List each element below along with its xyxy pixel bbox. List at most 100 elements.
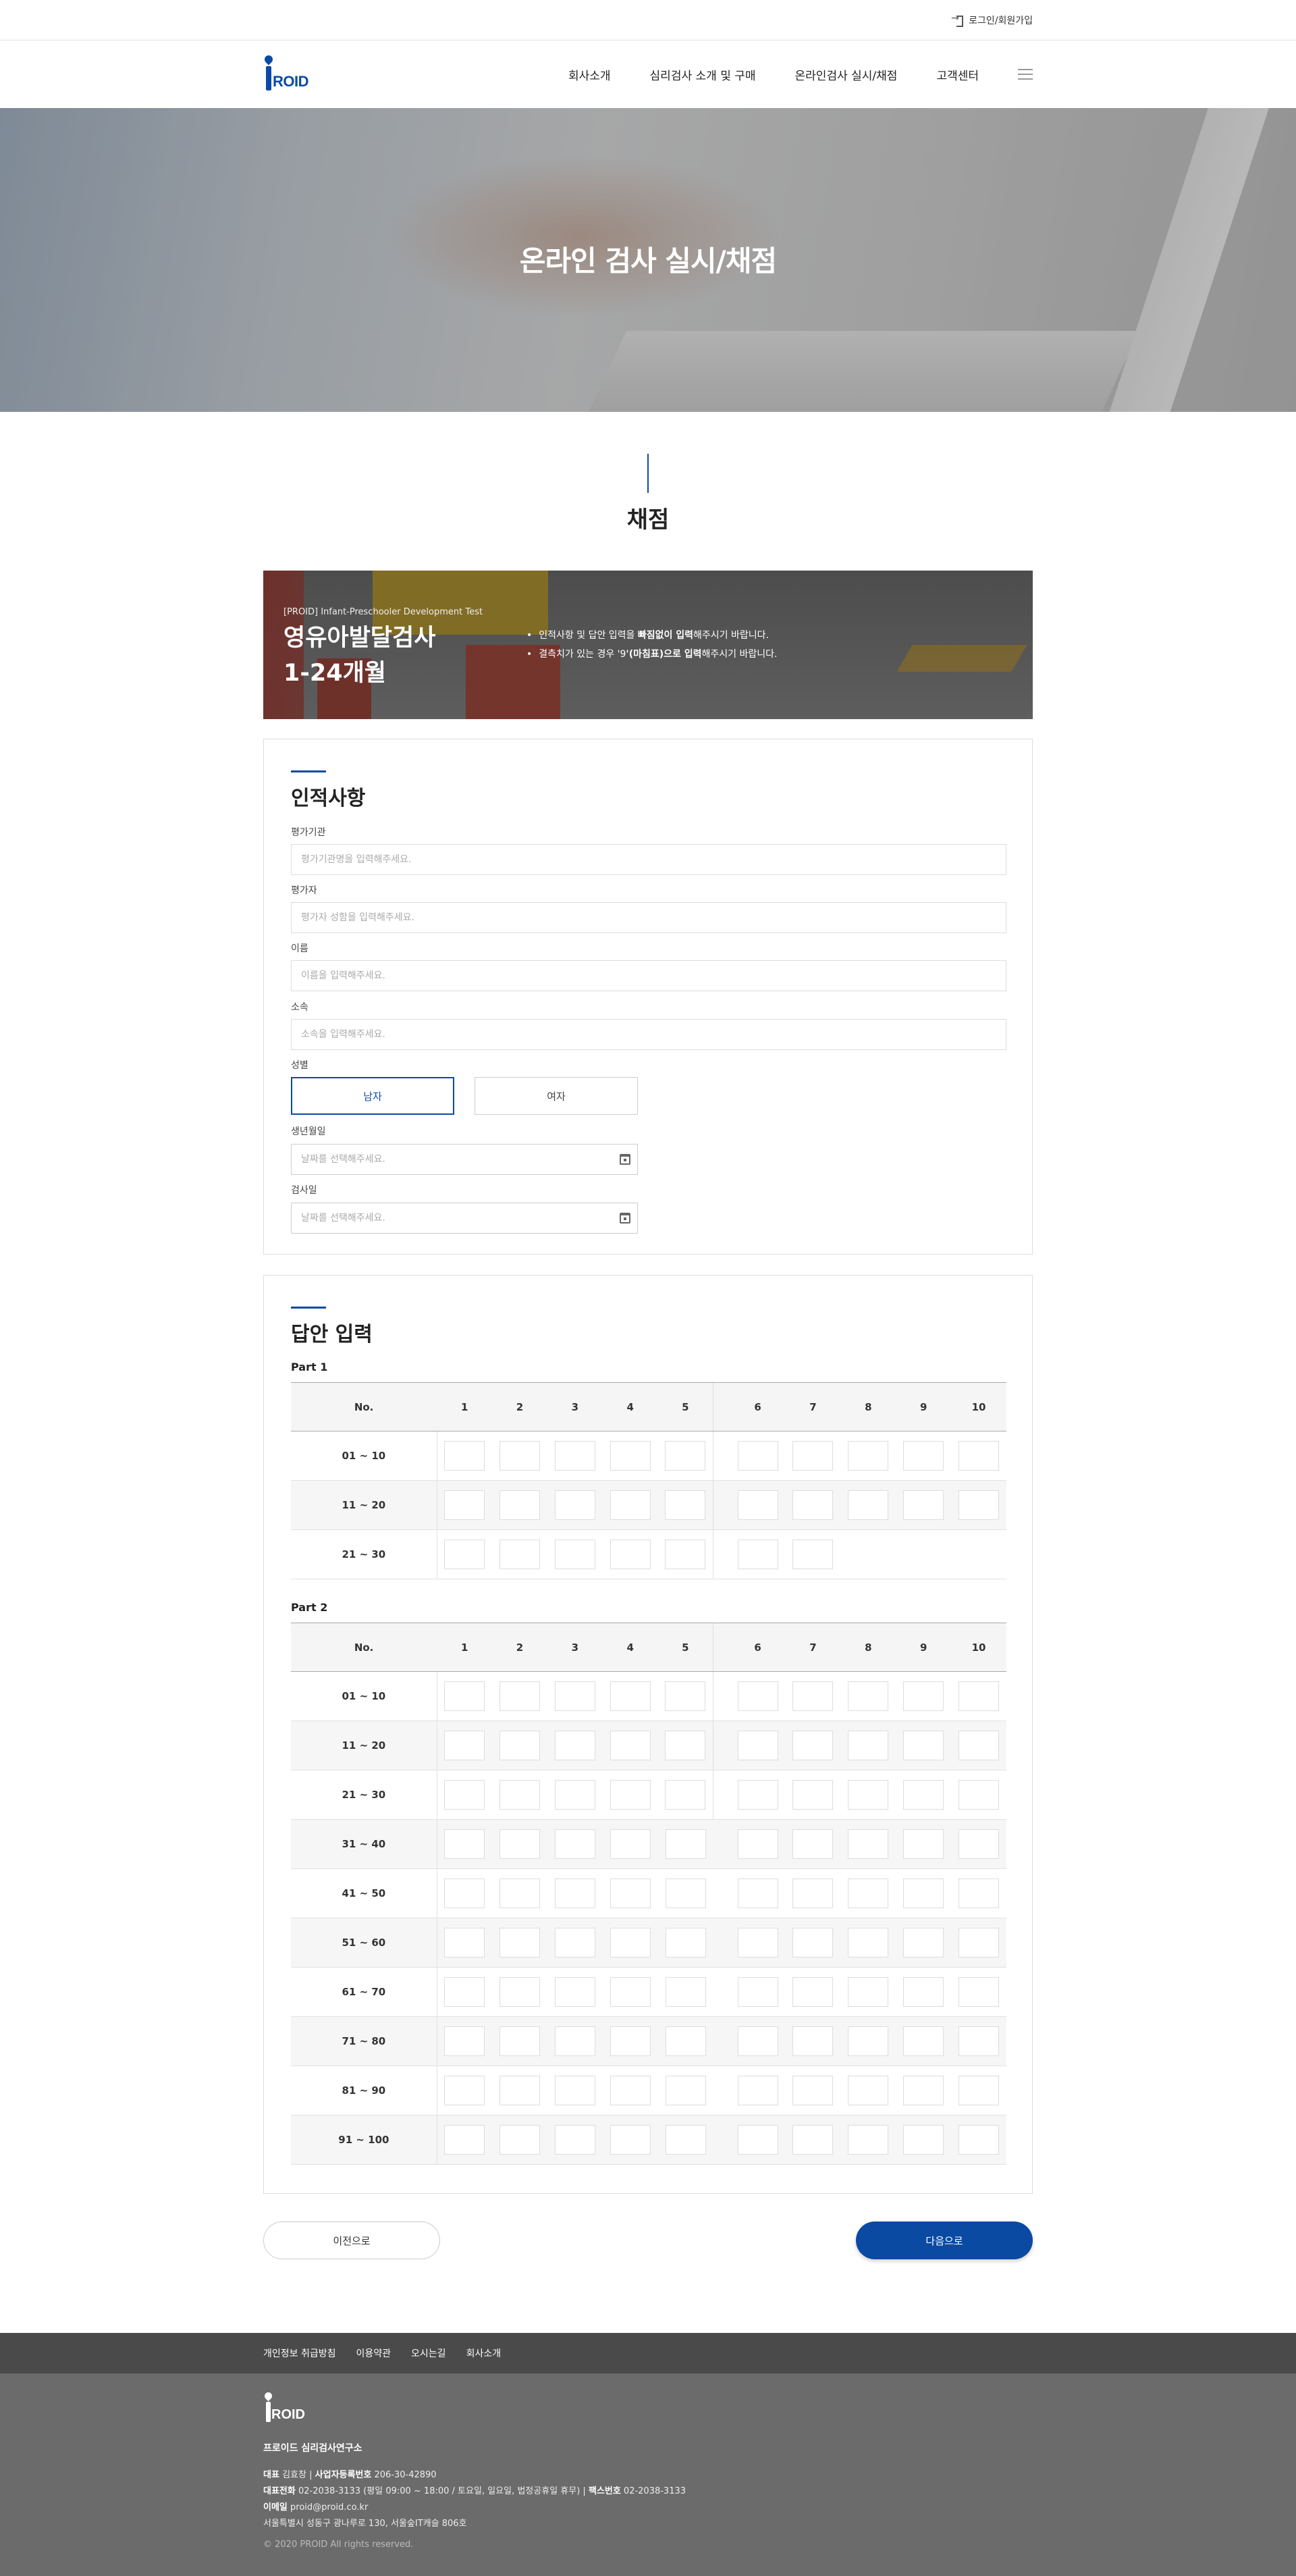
answer-input[interactable]: [610, 1780, 651, 1810]
answer-input[interactable]: [792, 1731, 834, 1760]
footer-terms-link[interactable]: 이용약관: [356, 2346, 392, 2360]
answer-input[interactable]: [665, 1977, 706, 2007]
answer-input[interactable]: [737, 1681, 778, 1711]
answer-input[interactable]: [665, 1829, 706, 1859]
answer-input[interactable]: [959, 1681, 1000, 1711]
answer-input[interactable]: [610, 1731, 651, 1760]
answer-input[interactable]: [792, 2125, 834, 2155]
answer-input[interactable]: [610, 2076, 651, 2105]
answer-input[interactable]: [554, 1490, 595, 1520]
answer-input[interactable]: [737, 1977, 778, 2007]
nav-company[interactable]: 회사소개: [568, 66, 611, 83]
answer-input[interactable]: [554, 1540, 595, 1569]
answer-input[interactable]: [903, 1977, 944, 2007]
answer-input[interactable]: [903, 1731, 944, 1760]
answer-input[interactable]: [737, 2125, 778, 2155]
answer-input[interactable]: [903, 2125, 944, 2155]
answer-input[interactable]: [500, 1441, 540, 1471]
answer-input[interactable]: [792, 1681, 834, 1711]
answer-input[interactable]: [903, 1780, 944, 1810]
answer-input[interactable]: [792, 1878, 834, 1908]
answer-input[interactable]: [792, 1928, 834, 1957]
answer-input[interactable]: [903, 1490, 944, 1520]
answer-input[interactable]: [737, 1540, 778, 1569]
calendar-icon[interactable]: [620, 1154, 630, 1165]
answer-input[interactable]: [665, 1878, 706, 1908]
gender-female-button[interactable]: 여자: [475, 1077, 638, 1115]
answer-input[interactable]: [903, 1878, 944, 1908]
answer-input[interactable]: [848, 1780, 889, 1810]
evaluator-input[interactable]: [291, 902, 1006, 933]
answer-input[interactable]: [792, 1490, 834, 1520]
answer-input[interactable]: [959, 1780, 1000, 1810]
test-date-field[interactable]: [291, 1203, 638, 1234]
answer-input[interactable]: [500, 1780, 540, 1810]
answer-input[interactable]: [500, 1977, 540, 2007]
answer-input[interactable]: [554, 2026, 595, 2056]
answer-input[interactable]: [792, 1780, 834, 1810]
answer-input[interactable]: [444, 1829, 485, 1859]
answer-input[interactable]: [610, 1928, 651, 1957]
answer-input[interactable]: [444, 1540, 485, 1569]
answer-input[interactable]: [554, 1977, 595, 2007]
answer-input[interactable]: [848, 2125, 889, 2155]
answer-input[interactable]: [444, 1878, 485, 1908]
calendar-icon[interactable]: [620, 1213, 630, 1224]
answer-input[interactable]: [737, 1731, 778, 1760]
answer-input[interactable]: [554, 1878, 595, 1908]
answer-input[interactable]: [903, 1441, 944, 1471]
answer-input[interactable]: [444, 1441, 485, 1471]
answer-input[interactable]: [444, 2026, 485, 2056]
nav-online-test[interactable]: 온라인검사 실시/채점: [795, 66, 898, 83]
birthdate-input[interactable]: [292, 1145, 609, 1174]
answer-input[interactable]: [848, 1490, 889, 1520]
answer-input[interactable]: [959, 1731, 1000, 1760]
answer-input[interactable]: [444, 1490, 485, 1520]
answer-input[interactable]: [554, 1681, 595, 1711]
answer-input[interactable]: [848, 1731, 889, 1760]
answer-input[interactable]: [737, 1490, 778, 1520]
answer-input[interactable]: [792, 1441, 834, 1471]
answer-input[interactable]: [500, 1829, 540, 1859]
footer-location-link[interactable]: 오시는길: [411, 2346, 446, 2360]
test-date-input[interactable]: [292, 1203, 609, 1233]
answer-input[interactable]: [444, 2125, 485, 2155]
answer-input[interactable]: [737, 1928, 778, 1957]
birthdate-field[interactable]: [291, 1144, 638, 1175]
answer-input[interactable]: [848, 1928, 889, 1957]
answer-input[interactable]: [610, 1878, 651, 1908]
answer-input[interactable]: [959, 2026, 1000, 2056]
answer-input[interactable]: [737, 2076, 778, 2105]
answer-input[interactable]: [554, 1780, 595, 1810]
answer-input[interactable]: [610, 1681, 651, 1711]
answer-input[interactable]: [665, 2076, 706, 2105]
hamburger-menu-icon[interactable]: [1018, 69, 1033, 80]
answer-input[interactable]: [665, 1441, 706, 1471]
answer-input[interactable]: [554, 2125, 595, 2155]
answer-input[interactable]: [848, 1878, 889, 1908]
nav-support[interactable]: 고객센터: [936, 66, 979, 83]
answer-input[interactable]: [500, 1681, 540, 1711]
answer-input[interactable]: [848, 2076, 889, 2105]
answer-input[interactable]: [737, 2026, 778, 2056]
answer-input[interactable]: [500, 1731, 540, 1760]
answer-input[interactable]: [792, 2076, 834, 2105]
answer-input[interactable]: [500, 2076, 540, 2105]
answer-input[interactable]: [444, 1731, 485, 1760]
answer-input[interactable]: [737, 1829, 778, 1859]
answer-input[interactable]: [848, 2026, 889, 2056]
name-input[interactable]: [291, 960, 1006, 991]
answer-input[interactable]: [959, 1977, 1000, 2007]
answer-input[interactable]: [959, 1490, 1000, 1520]
answer-input[interactable]: [610, 1977, 651, 2007]
answer-input[interactable]: [500, 1928, 540, 1957]
gender-male-button[interactable]: 남자: [291, 1077, 454, 1115]
answer-input[interactable]: [665, 1731, 706, 1760]
answer-input[interactable]: [610, 2125, 651, 2155]
answer-input[interactable]: [500, 1490, 540, 1520]
answer-input[interactable]: [959, 1878, 1000, 1908]
answer-input[interactable]: [610, 1540, 651, 1569]
answer-input[interactable]: [554, 1441, 595, 1471]
answer-input[interactable]: [554, 1829, 595, 1859]
next-button[interactable]: 다음으로: [856, 2222, 1033, 2259]
